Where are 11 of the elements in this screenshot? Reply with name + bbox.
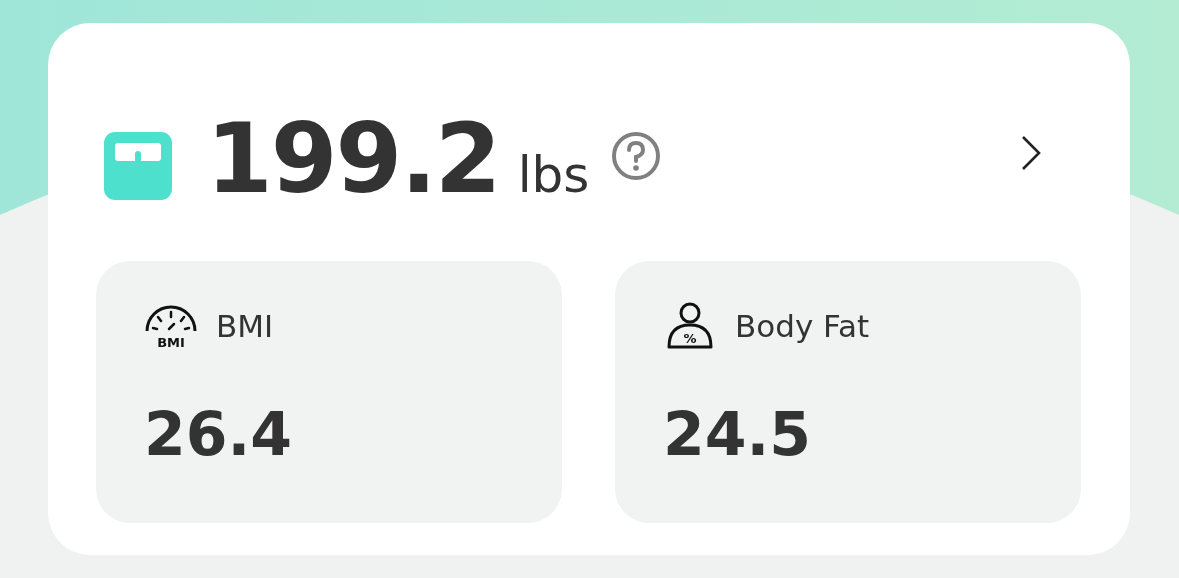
metric-tile[interactable]: BMI BMI 26.4 [96, 261, 562, 523]
metric-value: 24.5 [663, 399, 813, 469]
chevron-right-icon[interactable] [1020, 135, 1042, 171]
weight-unit: lbs [517, 146, 590, 204]
metric-tile[interactable]: % Body Fat 24.5 [615, 261, 1081, 523]
weight-value: 199.2 [206, 111, 500, 207]
metric-label: Body Fat [735, 308, 870, 344]
metric-value: 26.4 [144, 399, 294, 469]
scale-icon [104, 132, 172, 200]
help-icon[interactable] [611, 131, 662, 181]
metric-label: BMI [216, 308, 274, 344]
